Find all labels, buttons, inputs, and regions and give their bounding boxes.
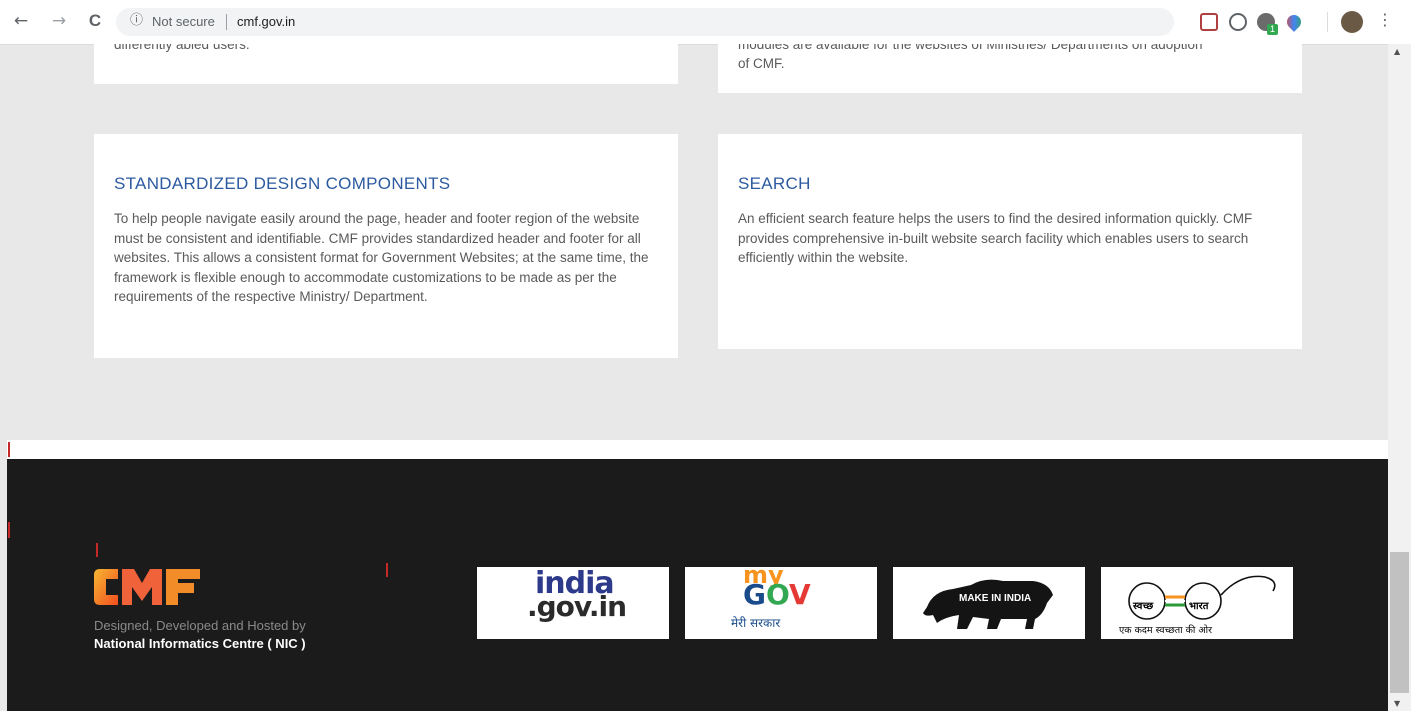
mygov-letter: O xyxy=(765,578,790,611)
browser-menu-icon[interactable]: ⋮ xyxy=(1377,10,1393,29)
cmf-logo[interactable] xyxy=(94,565,202,609)
bharat-label: भारत xyxy=(1189,601,1209,612)
card-partial-text: modules are available for the websites o… xyxy=(738,44,1203,52)
swachh-caption: एक कदम स्वच्छता की ओर xyxy=(1119,625,1213,636)
mygov-letter: G xyxy=(743,578,766,611)
footer-nic-link[interactable]: National Informatics Centre ( NIC ) xyxy=(94,636,306,651)
forward-arrow-icon[interactable]: → xyxy=(48,10,70,32)
india-gov-logo-link[interactable]: india .gov.in xyxy=(477,567,669,639)
circle-extension-icon[interactable] xyxy=(1229,13,1247,31)
make-in-india-logo-link[interactable]: MAKE IN INDIA xyxy=(893,567,1085,639)
accent-mark xyxy=(8,522,10,538)
scroll-up-arrow-icon[interactable]: ▲ xyxy=(1394,47,1400,56)
accent-mark xyxy=(8,442,10,457)
extension-badge: 1 xyxy=(1267,24,1278,35)
card-accessibility-partial: differently abled users. xyxy=(94,44,678,84)
card-body: An efficient search feature helps the us… xyxy=(738,211,1253,265)
swachh-label: स्वच्छ xyxy=(1133,601,1154,612)
toolbar-divider xyxy=(1327,12,1328,32)
reload-icon[interactable]: C xyxy=(84,10,106,32)
mygov-logo-text: GOV xyxy=(743,581,811,609)
address-bar[interactable]: ⓘ Not secure cmf.gov.in ☆ xyxy=(116,8,1274,36)
card-title: STANDARDIZED DESIGN COMPONENTS xyxy=(114,174,451,193)
footer-credit-line: Designed, Developed and Hosted by xyxy=(94,618,306,633)
lion-icon: MAKE IN INDIA xyxy=(923,579,1053,629)
mygov-letter: V xyxy=(789,578,811,611)
color-extension-icon[interactable] xyxy=(1284,12,1304,32)
card-title: SEARCH xyxy=(738,174,811,193)
info-icon[interactable]: ⓘ xyxy=(130,13,146,29)
swachh-bharat-logo-link[interactable]: स्वच्छ भारत एक कदम स्वच्छता की ओर xyxy=(1101,567,1293,639)
card-partial-tail: of CMF. xyxy=(738,56,785,71)
scroll-down-arrow-icon[interactable]: ▼ xyxy=(1394,699,1400,708)
section-divider-strip xyxy=(7,440,1388,459)
card-standardized-design: STANDARDIZED DESIGN COMPONENTS To help p… xyxy=(94,134,678,358)
card-search: SEARCH An efficient search feature helps… xyxy=(718,134,1302,349)
url-text[interactable]: cmf.gov.in xyxy=(237,14,295,29)
card-partial-text: differently abled users. xyxy=(114,44,250,52)
profile-avatar[interactable] xyxy=(1341,11,1363,33)
scrollbar-thumb[interactable] xyxy=(1390,552,1409,693)
accent-mark xyxy=(96,543,98,557)
mygov-tagline: मेरी सरकार xyxy=(731,616,781,630)
indiagov-logo-text: .gov.in xyxy=(527,590,627,623)
address-divider xyxy=(226,14,227,30)
back-arrow-icon[interactable]: ← xyxy=(10,10,32,32)
card-modules-partial: modules are available for the websites o… xyxy=(718,44,1302,93)
security-status-label[interactable]: Not secure xyxy=(152,14,215,29)
makeinindia-text: MAKE IN INDIA xyxy=(959,593,1031,604)
accent-mark xyxy=(386,563,388,577)
pocket-extension-icon[interactable] xyxy=(1200,13,1218,31)
browser-toolbar: ← → C ⓘ Not secure cmf.gov.in ☆ 1 ⋮ xyxy=(0,0,1411,45)
card-body: To help people navigate easily around th… xyxy=(114,211,649,304)
mygov-logo-link[interactable]: my GOV मेरी सरकार xyxy=(685,563,877,639)
